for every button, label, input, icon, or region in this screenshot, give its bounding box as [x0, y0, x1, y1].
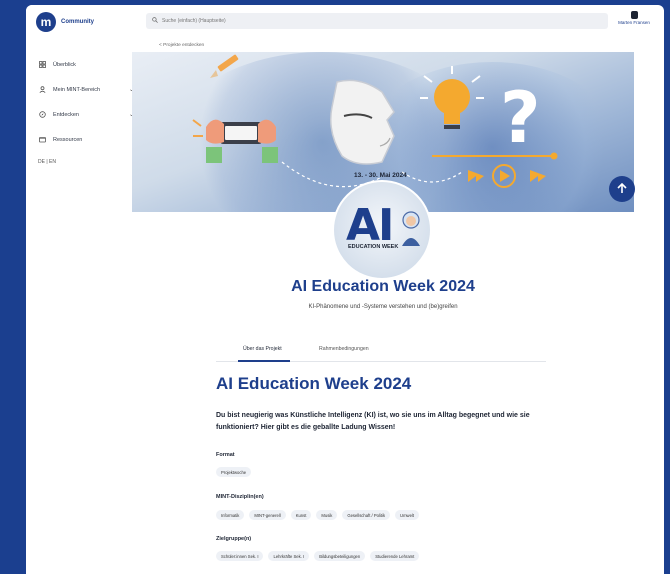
- language-switch[interactable]: DE | EN: [38, 159, 56, 165]
- chip[interactable]: Gesellschaft / Politik: [342, 510, 391, 520]
- robot-head-icon: [330, 79, 395, 165]
- scroll-top-button[interactable]: [609, 176, 635, 202]
- intro-text: Du bist neugierig was Künstliche Intelli…: [216, 412, 530, 431]
- chip[interactable]: Studierende Lehramt: [370, 551, 420, 561]
- tab-conditions[interactable]: Rahmenbedingungen: [319, 346, 369, 352]
- pencil-icon: [210, 54, 239, 78]
- section-heading: AI Education Week 2024: [216, 374, 412, 393]
- arrow-up-icon: [617, 182, 627, 197]
- chip[interactable]: Projektwoche: [216, 467, 252, 477]
- tab-bar: Über das Projekt Rahmenbedingungen: [216, 342, 546, 362]
- search-bar[interactable]: [146, 13, 608, 29]
- sidebar: m Community Überblick Mein MINT-Bereich …: [26, 5, 144, 574]
- back-link[interactable]: < Projekte entdecken: [159, 43, 204, 48]
- sidebar-item-label: Überblick: [53, 61, 76, 68]
- hands-phone-icon: [192, 119, 278, 163]
- sidebar-item-label: Ressourcen: [53, 136, 83, 143]
- tab-active-indicator: [238, 360, 290, 362]
- discipline-label: MINT-Disziplin(en): [216, 494, 264, 500]
- format-label: Format: [216, 452, 235, 458]
- logo-name: Community: [61, 19, 94, 25]
- sidebar-item-my-area[interactable]: Mein MINT-Bereich ⌄: [38, 77, 138, 102]
- user-icon: [38, 86, 46, 94]
- sidebar-item-label: Entdecken: [53, 111, 79, 118]
- chip[interactable]: Musik: [316, 510, 338, 520]
- user-menu[interactable]: Marten Fransen: [612, 11, 656, 25]
- logo[interactable]: m Community: [36, 12, 94, 32]
- person-illustration: [402, 211, 420, 246]
- date-badge: 13. - 30. Mai 2024: [354, 172, 407, 179]
- target-group-label: Zielgruppe(n): [216, 536, 252, 542]
- project-emblem: AI EDUCATION WEEK: [332, 180, 432, 280]
- sidebar-item-overview[interactable]: Überblick: [38, 52, 138, 77]
- sidebar-nav: Überblick Mein MINT-Bereich ⌄ Entdecken …: [38, 52, 138, 152]
- sidebar-item-resources[interactable]: Ressourcen: [38, 127, 138, 152]
- logo-mark: m: [36, 12, 56, 32]
- format-chips: Projektwoche: [216, 467, 252, 477]
- sidebar-item-label: Mein MINT-Bereich: [53, 86, 101, 93]
- discipline-chips: Informatik MINT-generell Kunst Musik Ges…: [216, 510, 420, 520]
- chip[interactable]: Informatik: [216, 510, 245, 520]
- project-subtitle: KI-Phänomene und -Systeme verstehen und …: [308, 304, 458, 310]
- user-name: Marten Fransen: [618, 20, 650, 25]
- grid-icon: [38, 61, 46, 69]
- chip[interactable]: Schüler:innen Sek. I: [216, 551, 264, 561]
- question-mark-icon: ?: [500, 77, 541, 159]
- project-title: AI Education Week 2024: [291, 278, 475, 295]
- emblem-subtitle: EDUCATION WEEK: [348, 244, 399, 250]
- search-icon: [152, 17, 158, 25]
- avatar: [630, 11, 638, 19]
- lightbulb-icon: [420, 66, 484, 129]
- search-input[interactable]: [162, 18, 462, 24]
- sidebar-item-discover[interactable]: Entdecken ⌄: [38, 102, 138, 127]
- tab-about[interactable]: Über das Projekt: [243, 346, 282, 352]
- compass-icon: [38, 111, 46, 119]
- chip[interactable]: Kunst: [290, 510, 312, 520]
- chip[interactable]: Umwelt: [395, 510, 420, 520]
- chip[interactable]: MINT-generell: [249, 510, 286, 520]
- chip[interactable]: Bildungsbeteiligungen: [314, 551, 366, 561]
- target-group-chips: Schüler:innen Sek. I Lehrkräfte Sek. I B…: [216, 551, 420, 561]
- chip[interactable]: Lehrkräfte Sek. I: [268, 551, 310, 561]
- folder-icon: [38, 136, 46, 144]
